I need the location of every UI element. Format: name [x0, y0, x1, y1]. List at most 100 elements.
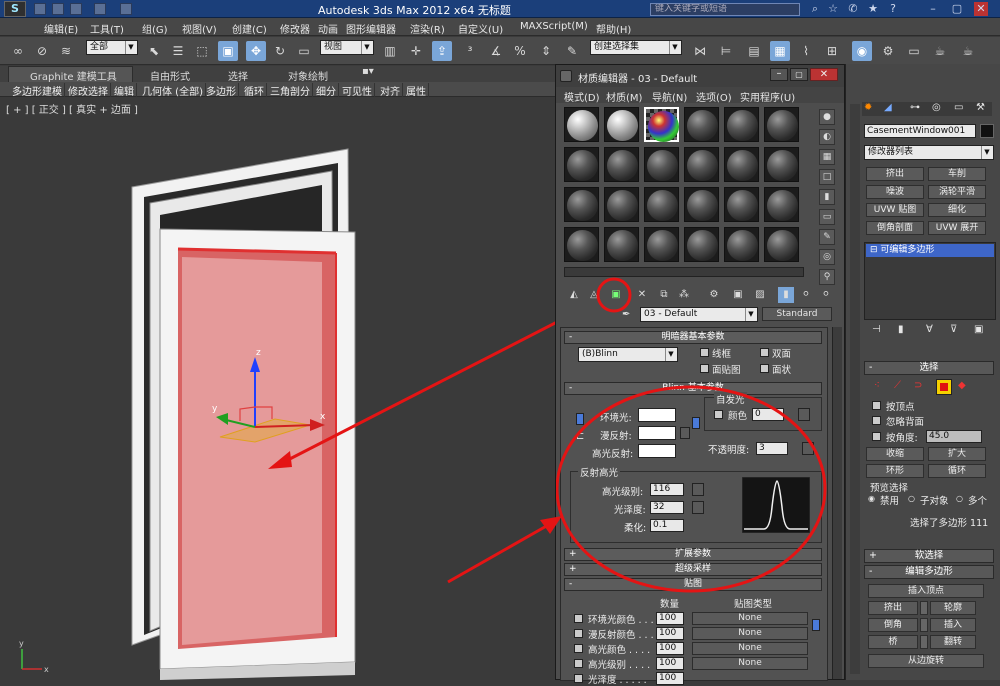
- schematic-view-icon[interactable]: ⊞: [822, 41, 842, 61]
- render-iterative-icon[interactable]: ☕: [958, 41, 978, 61]
- modifier-button[interactable]: 涡轮平滑: [928, 185, 986, 199]
- make-unique-icon[interactable]: ∀: [926, 324, 933, 335]
- mirror-icon[interactable]: ⋈: [690, 41, 710, 61]
- inset-button[interactable]: 插入: [930, 618, 976, 632]
- remove-modifier-icon[interactable]: ⊽: [950, 324, 957, 335]
- display-tab-icon[interactable]: ▭: [954, 102, 963, 113]
- soft-selection-rollout[interactable]: + 软选择: [864, 549, 994, 563]
- bind-spacewarp-icon[interactable]: ≋: [56, 41, 76, 61]
- app-logo-icon[interactable]: S: [4, 1, 26, 17]
- modify-tab-icon[interactable]: ◢: [884, 102, 892, 113]
- menu-customize[interactable]: 自定义(U): [458, 21, 503, 36]
- utilities-tab-icon[interactable]: ⚒: [976, 102, 985, 113]
- menu-tools[interactable]: 工具(T): [90, 21, 124, 36]
- tab-freeform[interactable]: 自由形式: [150, 68, 190, 83]
- hierarchy-tab-icon[interactable]: ⊶: [910, 102, 920, 113]
- communication-icon[interactable]: ✆: [846, 2, 860, 16]
- material-editor-window[interactable]: 材质编辑器 - 03 - Default – ▢ ✕ 模式(D) 材质(M) 导…: [555, 64, 845, 686]
- edit-polygons-rollout[interactable]: - 编辑多边形: [864, 565, 994, 579]
- snaps-toggle-icon[interactable]: ³: [460, 41, 480, 61]
- ribbon-modify-selection[interactable]: 修改选择: [66, 83, 111, 98]
- bridge-button[interactable]: 桥: [868, 635, 918, 649]
- search-icon[interactable]: ⌕: [808, 2, 822, 16]
- tab-graphite-label[interactable]: Graphite 建模工具: [30, 68, 117, 83]
- perspective-viewport[interactable]: [ + ] [ 正交 ] [ 真实 + 边面 ] z x y y x: [0, 97, 555, 680]
- menu-graph-editors[interactable]: 图形编辑器: [346, 21, 396, 36]
- material-editor-icon[interactable]: ◉: [852, 41, 872, 61]
- create-tab-icon[interactable]: ✹: [864, 102, 872, 113]
- menu-edit[interactable]: 编辑(E): [44, 21, 78, 36]
- modifier-button[interactable]: 细化: [928, 203, 986, 217]
- modifier-button[interactable]: 噪波: [866, 185, 924, 199]
- pin-stack-icon[interactable]: ⊣: [872, 324, 881, 335]
- subscription-icon[interactable]: ☆: [826, 2, 840, 16]
- outline-button[interactable]: 轮廓: [930, 601, 976, 615]
- modifier-list-dropdown[interactable]: 修改器列表 ▼: [864, 145, 994, 160]
- menu-rendering[interactable]: 渲染(R): [410, 21, 445, 36]
- extrude-button[interactable]: 挤出: [868, 601, 918, 615]
- rect-selection-icon[interactable]: ⬚: [192, 41, 212, 61]
- by-angle-checkbox[interactable]: [872, 432, 881, 441]
- ribbon-tris[interactable]: 三角剖分: [268, 83, 313, 98]
- loop-button[interactable]: 循环: [928, 464, 986, 478]
- ref-coord-dropdown[interactable]: 视图 ▼: [320, 40, 374, 55]
- keyboard-shortcut-icon[interactable]: ⇪: [432, 41, 452, 61]
- menu-group[interactable]: 组(G): [142, 21, 168, 36]
- help-icon[interactable]: ?: [886, 2, 900, 16]
- tab-selection[interactable]: 选择: [228, 68, 248, 83]
- close-icon[interactable]: ✕: [974, 2, 988, 16]
- ribbon-options-icon[interactable]: ▪▾: [362, 66, 374, 77]
- configure-sets-icon[interactable]: ▣: [974, 324, 983, 335]
- layer-manager-icon[interactable]: ▤: [744, 41, 764, 61]
- shrink-button[interactable]: 收缩: [866, 447, 924, 461]
- tab-object-paint[interactable]: 对象绘制: [288, 68, 328, 83]
- menu-create[interactable]: 创建(C): [232, 21, 267, 36]
- ribbon-align[interactable]: 对齐: [378, 83, 403, 98]
- graphite-toggle-icon[interactable]: ▦: [770, 41, 790, 61]
- selection-rollout[interactable]: - 选择: [864, 361, 994, 375]
- unlink-icon[interactable]: ⊘: [32, 41, 52, 61]
- link-icon[interactable]: ∞: [8, 41, 28, 61]
- move-icon[interactable]: ✥: [246, 41, 266, 61]
- minimize-icon[interactable]: –: [926, 2, 940, 16]
- radio-selected-icon[interactable]: ◉: [868, 494, 875, 503]
- ribbon-subdivision[interactable]: 细分: [314, 83, 339, 98]
- save-file-icon[interactable]: [70, 3, 82, 15]
- bevel-settings-icon[interactable]: [920, 618, 928, 632]
- show-end-result-icon[interactable]: ▮: [898, 324, 904, 335]
- modifier-button[interactable]: UVW 展开: [928, 221, 986, 235]
- favorites-icon[interactable]: ★: [866, 2, 880, 16]
- angle-value[interactable]: 45.0: [926, 430, 982, 443]
- ribbon-edit[interactable]: 编辑: [112, 83, 137, 98]
- open-file-icon[interactable]: [52, 3, 64, 15]
- polygon-mode-icon[interactable]: [936, 379, 952, 395]
- search-input[interactable]: 键入关键字或短语: [650, 3, 800, 16]
- scale-icon[interactable]: ▭: [294, 41, 314, 61]
- menu-views[interactable]: 视图(V): [182, 21, 217, 36]
- by-vertex-checkbox[interactable]: [872, 401, 881, 410]
- object-color-swatch[interactable]: [980, 124, 994, 138]
- ring-button[interactable]: 环形: [866, 464, 924, 478]
- percent-snap-icon[interactable]: %: [510, 41, 530, 61]
- align-icon[interactable]: ⊨: [716, 41, 736, 61]
- undo-icon[interactable]: [94, 3, 106, 15]
- menu-maxscript[interactable]: MAXScript(M): [520, 21, 588, 32]
- named-selection-dropdown[interactable]: 创建选择集 ▼: [590, 40, 682, 55]
- menu-help[interactable]: 帮助(H): [596, 21, 631, 36]
- radio-icon[interactable]: ○: [956, 494, 963, 503]
- select-object-icon[interactable]: ⬉: [144, 41, 164, 61]
- grow-button[interactable]: 扩大: [928, 447, 986, 461]
- bevel-button[interactable]: 倒角: [868, 618, 918, 632]
- curve-editor-icon[interactable]: ⌇: [796, 41, 816, 61]
- modifier-button[interactable]: UVW 贴图: [866, 203, 924, 217]
- pivot-center-icon[interactable]: ▥: [380, 41, 400, 61]
- flip-button[interactable]: 翻转: [930, 635, 976, 649]
- modifier-button[interactable]: 车削: [928, 167, 986, 181]
- render-setup-icon[interactable]: ⚙: [878, 41, 898, 61]
- select-by-name-icon[interactable]: ☰: [168, 41, 188, 61]
- redo-icon[interactable]: [120, 3, 132, 15]
- rendered-frame-icon[interactable]: ▭: [904, 41, 924, 61]
- bridge-settings-icon[interactable]: [920, 635, 928, 649]
- vertex-mode-icon[interactable]: ⁖: [874, 380, 880, 391]
- maximize-icon[interactable]: ▢: [950, 2, 964, 16]
